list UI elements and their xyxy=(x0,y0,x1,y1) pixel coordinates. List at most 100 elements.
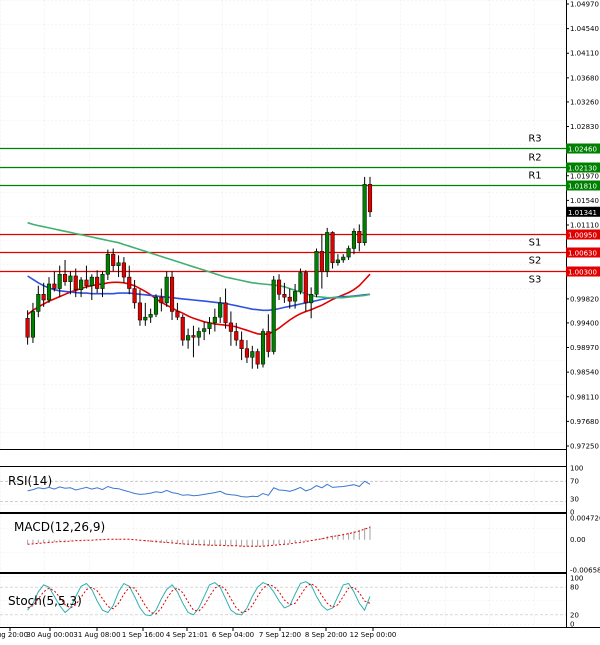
price-tick-label: 1.04540 xyxy=(570,25,599,33)
candle-body xyxy=(218,302,223,318)
candle-body xyxy=(287,296,292,302)
candle-body xyxy=(30,311,35,338)
price-tick-label: 0.98970 xyxy=(570,344,599,352)
stoch-tick-label: 80 xyxy=(570,584,579,592)
candle-body xyxy=(271,279,276,352)
level-name-r3: R3 xyxy=(528,134,541,145)
rsi-tick-label: 30 xyxy=(570,495,579,503)
candle-body xyxy=(191,335,196,338)
candle-body xyxy=(105,253,110,275)
time-tick-label: Aug 20:00 xyxy=(0,631,28,639)
candle-body xyxy=(212,316,217,324)
candle-body xyxy=(164,276,169,304)
candle-body xyxy=(309,294,314,304)
candle-body xyxy=(341,256,346,261)
candle-body xyxy=(255,351,260,365)
candle-body xyxy=(170,276,175,312)
price-grid xyxy=(0,0,566,449)
candle-body xyxy=(137,302,142,321)
time-tick-label: 30 Aug 00:00 xyxy=(26,631,73,639)
price-tick-label: 1.03260 xyxy=(570,98,599,106)
candle-body xyxy=(159,296,164,304)
candle-body xyxy=(239,339,244,349)
rsi-grid xyxy=(0,467,566,512)
candle-body xyxy=(46,283,52,301)
price-tick-label: 1.04970 xyxy=(570,1,599,9)
candle-body xyxy=(186,335,191,341)
candle-body xyxy=(79,279,84,290)
candle-body xyxy=(36,294,41,312)
stoch-grid xyxy=(0,574,566,626)
price-tick-label: 0.98110 xyxy=(570,393,599,401)
price-tick-label: 1.04110 xyxy=(570,50,599,58)
stoch-tick-label: 0 xyxy=(570,621,574,629)
candle-body xyxy=(303,272,308,304)
candle-body xyxy=(132,288,137,304)
candle-body xyxy=(266,331,271,352)
candle-body xyxy=(314,251,319,295)
candle-body xyxy=(260,331,266,365)
price-tick-label: 1.01970 xyxy=(570,172,599,180)
candle-body xyxy=(121,262,126,278)
candle-body xyxy=(57,273,62,289)
price-tick-label: 0.99820 xyxy=(570,295,599,303)
rsi-tick-label: 100 xyxy=(570,465,583,473)
stoch-title: Stoch(5,5,3) xyxy=(8,594,82,608)
level-price-s3: 1.00300 xyxy=(568,269,597,277)
level-price-s1: 1.00950 xyxy=(568,232,597,240)
level-name-s2: S2 xyxy=(529,256,542,267)
candle-body xyxy=(228,322,233,332)
candle-body xyxy=(25,318,30,338)
candle-body xyxy=(282,294,287,298)
time-tick-label: 12 Sep 00:00 xyxy=(350,631,397,639)
macd-tick-label: -0.006587 xyxy=(570,567,600,575)
macd-tick-label: 0.004726 xyxy=(570,514,600,522)
candle-body xyxy=(100,273,105,289)
candle-body xyxy=(148,314,153,318)
time-tick-label: 31 Aug 08:00 xyxy=(73,631,120,639)
level-price-r1: 1.01810 xyxy=(568,183,597,191)
candle-body xyxy=(325,232,330,272)
price-tick-label: 0.98540 xyxy=(570,369,599,377)
candle-body xyxy=(202,328,207,332)
price-tick-label: 0.97680 xyxy=(570,418,599,426)
price-axis: 1.04970 1.04540 1.04110 1.03680 1.03260 1.028… xyxy=(566,1,600,451)
rsi-title: RSI(14) xyxy=(8,474,52,488)
candle-body xyxy=(277,279,282,295)
macd-title: MACD(12,26,9) xyxy=(14,520,105,534)
stoch-tick-label: 20 xyxy=(570,611,579,619)
candle-body xyxy=(346,248,351,258)
candle-body xyxy=(143,316,148,321)
candle-body xyxy=(63,273,68,282)
stoch-tick-label: 100 xyxy=(570,575,583,583)
candle-body xyxy=(95,276,100,289)
candle-body xyxy=(298,272,303,292)
candle-body xyxy=(207,322,212,329)
candle-body xyxy=(362,184,367,243)
price-tick-label: 1.01110 xyxy=(570,222,599,230)
candle-body xyxy=(250,351,255,358)
candle-body xyxy=(41,294,46,301)
level-name-r1: R1 xyxy=(528,171,541,182)
candle-body xyxy=(111,253,116,266)
candle-body xyxy=(244,348,249,358)
price-tick-label: 1.03680 xyxy=(570,74,599,82)
time-tick-label: 6 Sep 04:00 xyxy=(212,631,254,639)
price-tick-label: 1.01540 xyxy=(570,197,599,205)
candle-body xyxy=(175,311,180,318)
candle-body xyxy=(127,276,132,289)
macd-tick-label: 0.00 xyxy=(570,536,586,544)
current-price-value: 1.01341 xyxy=(568,209,597,217)
candle-body xyxy=(84,279,89,286)
candle-body xyxy=(234,331,239,341)
candle-body xyxy=(73,275,78,290)
level-name-s3: S3 xyxy=(529,275,542,286)
candle-body xyxy=(196,331,201,338)
candle-body xyxy=(153,296,159,315)
candle-body xyxy=(68,275,73,282)
candle-body xyxy=(223,302,228,324)
level-name-s1: S1 xyxy=(529,238,542,249)
time-tick-label: 1 Sep 16:00 xyxy=(122,631,164,639)
price-tick-label: 0.99400 xyxy=(570,319,599,327)
time-axis: Aug 20:0030 Aug 00:0031 Aug 08:001 Sep 1… xyxy=(0,628,396,639)
